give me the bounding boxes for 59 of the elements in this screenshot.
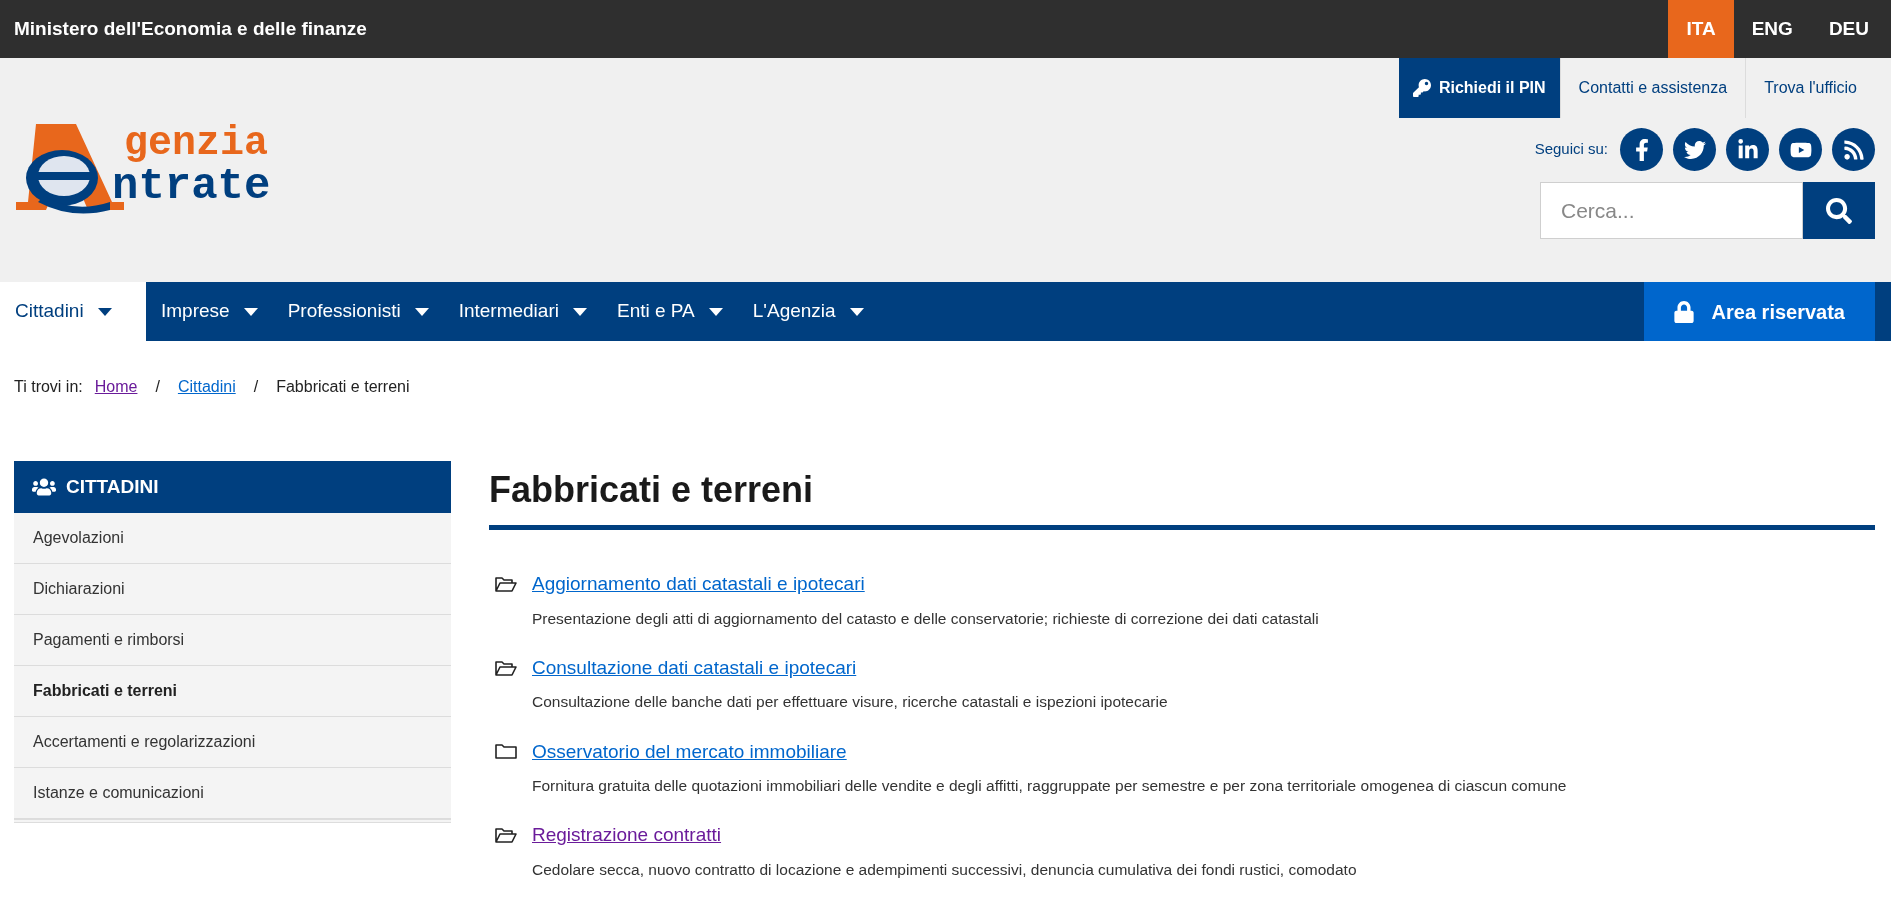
ministry-title: Ministero dell'Economia e delle finanze [14,16,367,41]
caret-icon [243,307,258,316]
users-icon [32,477,56,497]
utility-link[interactable]: Contatti e assistenza [1559,58,1746,118]
linkedin-icon[interactable] [1726,128,1769,171]
breadcrumb-current: Fabbricati e terreni [276,377,410,397]
open-folder-icon [495,827,517,844]
section-link[interactable]: Registrazione contratti [532,821,722,850]
nav-tab[interactable]: Professionisti [272,282,444,341]
section-description: Fornitura gratuita delle quotazioni immobiliari delle vendite e degli affitti, raggruppate per semestre e per zona territoriale omogenea di ciascun comune [531,776,1568,796]
breadcrumb-separator: / [155,377,160,397]
section-description: Cedolare secca, nuovo contratto di locazione e adempimenti successivi, denuncia cumulativa dei fondi rustici, comodato [531,859,1358,880]
folder-icon [495,743,517,761]
section-link[interactable]: Osservatorio del mercato immobiliare [532,737,847,766]
open-folder-icon [495,575,517,593]
breadcrumb-link[interactable]: Cittadini [177,375,236,399]
caret-icon [572,307,587,316]
section-link[interactable]: Consultazione dati catastali e ipotecari [532,653,857,683]
sidebar-item[interactable]: Accertamenti e regolarizzazioni [14,717,451,768]
sidebar-title: CITTADINI [66,474,159,499]
section-description: Consultazione delle banche dati per effettuare visure, ricerche catastali e ispezioni ipotecarie [531,692,1169,713]
follow-label: Seguici su: [1534,139,1608,160]
nav-tab[interactable]: Intermediari [443,282,602,341]
sidebar-item[interactable]: Pagamenti e rimborsi [14,615,451,666]
logo-text-top: genzia [124,124,270,164]
sidebar-item[interactable]: Dichiarazioni [14,564,451,615]
caret-icon [97,307,112,316]
breadcrumb-link[interactable]: Home [94,375,138,399]
pin-request-link[interactable]: Richiedi il PIN [1398,58,1560,118]
language-tab[interactable]: DEU [1810,0,1887,58]
logo-text-bottom: ntrate [112,164,271,208]
facebook-icon[interactable] [1620,128,1663,171]
key-icon [1412,79,1431,97]
breadcrumb-separator: / [253,377,259,397]
breadcrumb-label: Ti trovi in: [14,377,83,397]
language-tab[interactable]: ENG [1733,0,1811,58]
lock-icon [1673,300,1694,323]
search-button[interactable] [1803,182,1875,239]
sidebar-item[interactable]: Agevolazioni [14,513,451,564]
search-icon [1826,197,1852,224]
caret-icon [849,307,864,316]
youtube-icon[interactable] [1779,128,1822,171]
rss-icon[interactable] [1832,128,1875,171]
utility-link[interactable]: Trova l'ufficio [1745,58,1875,118]
nav-tab[interactable]: Cittadini [0,282,146,341]
caret-icon [414,307,429,316]
caret-icon [708,307,723,316]
nav-tab[interactable]: Imprese [146,282,273,341]
sidebar-item[interactable]: Istanze e comunicazioni [14,768,451,819]
page-title: Fabbricati e terreni [489,468,815,512]
section-description: Presentazione degli atti di aggiornamento del catasto e delle conservatorie; richieste di correzione dei dati catastali [531,608,1320,629]
nav-tab[interactable]: L'Agenzia [737,282,879,341]
reserved-area-button[interactable]: Area riservata [1643,282,1875,341]
search-field[interactable]: Cerca... [1540,182,1803,239]
nav-tab[interactable]: Enti e PA [601,282,738,341]
twitter-icon[interactable] [1673,128,1716,171]
sidebar-item[interactable]: Fabbricati e terreni [14,666,451,717]
section-link[interactable]: Aggiornamento dati catastali e ipotecari [532,570,865,599]
open-folder-icon [495,659,517,677]
